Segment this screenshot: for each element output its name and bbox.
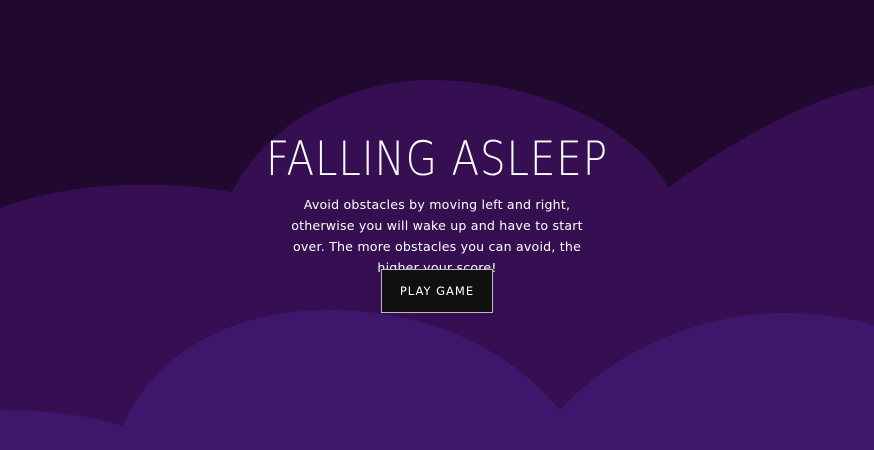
play-game-button[interactable]: PLAY GAME	[381, 269, 493, 313]
start-screen: FALLING ASLEEP Avoid obstacles by moving…	[0, 0, 874, 450]
game-instructions: Avoid obstacles by moving left and right…	[291, 197, 583, 275]
game-title: FALLING ASLEEP	[266, 132, 608, 187]
